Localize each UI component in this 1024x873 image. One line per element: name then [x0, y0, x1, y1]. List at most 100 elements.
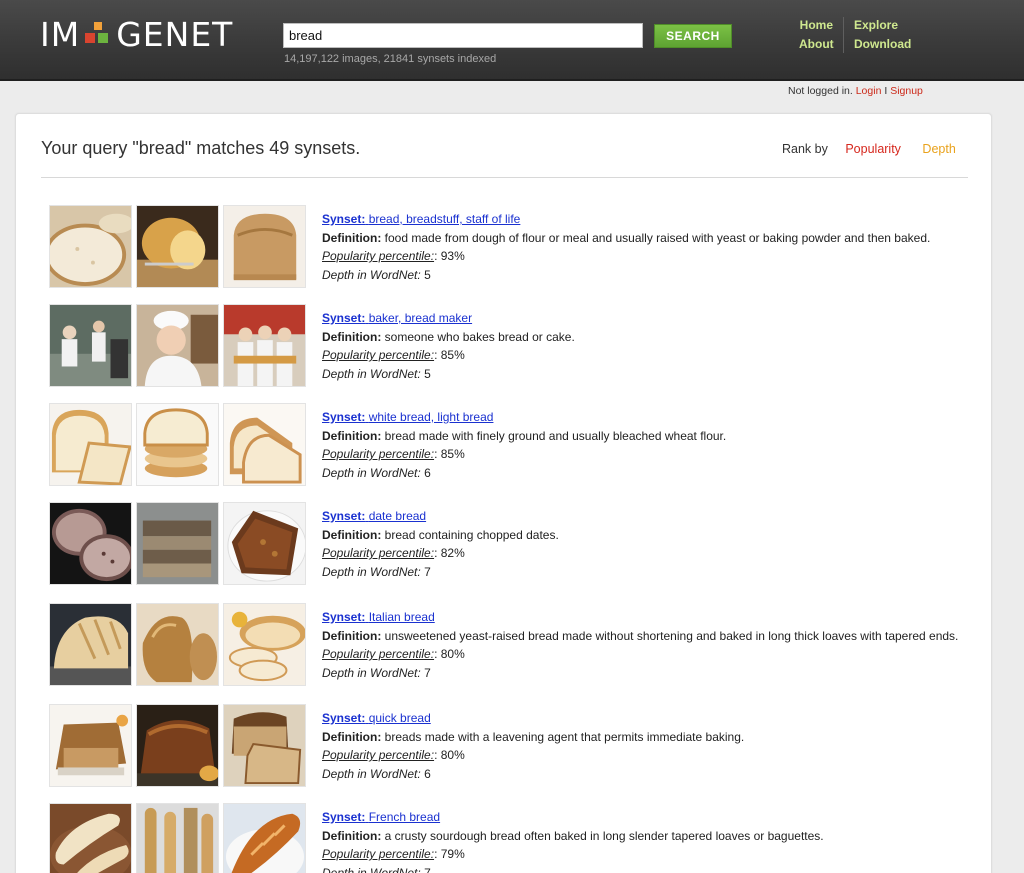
thumbnail-image[interactable]: [136, 403, 219, 486]
definition-text: bread made with finely ground and usuall…: [384, 428, 727, 443]
results-panel: Your query "bread" matches 49 synsets. R…: [15, 113, 992, 873]
popularity-value: : 80%: [434, 748, 465, 762]
logo-text-right: GENET: [116, 14, 234, 54]
definition-label: Definition:: [322, 428, 382, 443]
depth-label: Depth in WordNet:: [322, 766, 421, 781]
popularity-label[interactable]: Popularity percentile:: [322, 647, 434, 661]
synset-link[interactable]: Synset: white bread, light bread: [322, 410, 493, 424]
header-divider: [41, 177, 968, 178]
imagenet-logo[interactable]: IM GENET: [40, 14, 234, 54]
result-thumbnails: [49, 704, 309, 787]
thumbnail-image[interactable]: [136, 205, 219, 288]
result-thumbnails: [49, 502, 309, 585]
thumbnail-image[interactable]: [49, 803, 132, 873]
rank-by-label: Rank by: [782, 142, 828, 156]
result-thumbnails: [49, 603, 309, 686]
logo-text-left: IM: [40, 14, 81, 54]
thumbnail-image[interactable]: [223, 803, 306, 873]
thumbnail-image[interactable]: [136, 304, 219, 387]
result-info: Synset: quick bread Definition: breads m…: [322, 709, 962, 783]
thumbnail-image[interactable]: [136, 603, 219, 686]
definition-text: a crusty sourdough bread often baked in …: [384, 828, 824, 843]
depth-label: Depth in WordNet:: [322, 865, 421, 873]
nav-about-link[interactable]: About: [799, 35, 834, 54]
thumbnail-image[interactable]: [223, 502, 306, 585]
thumbnail-image[interactable]: [223, 603, 306, 686]
popularity-value: : 85%: [434, 447, 465, 461]
popularity-value: : 82%: [434, 546, 465, 560]
nav-download-link[interactable]: Download: [854, 35, 911, 54]
definition-text: breads made with a leavening agent that …: [384, 729, 745, 744]
thumbnail-image[interactable]: [49, 403, 132, 486]
definition-label: Definition:: [322, 729, 382, 744]
result-info: Synset: date bread Definition: bread con…: [322, 507, 962, 581]
rank-depth-link[interactable]: Depth: [922, 142, 955, 156]
definition-label: Definition:: [322, 527, 382, 542]
result-thumbnails: [49, 205, 309, 288]
definition-text: bread containing chopped dates.: [384, 527, 559, 542]
definition-label: Definition:: [322, 329, 382, 344]
depth-label: Depth in WordNet:: [322, 366, 421, 381]
depth-label: Depth in WordNet:: [322, 665, 421, 680]
popularity-value: : 79%: [434, 847, 465, 861]
result-info: Synset: white bread, light bread Definit…: [322, 408, 962, 482]
depth-value: 6: [424, 465, 431, 480]
popularity-label[interactable]: Popularity percentile:: [322, 249, 434, 263]
synset-link[interactable]: Synset: Italian bread: [322, 610, 435, 624]
query-summary: Your query "bread" matches 49 synsets.: [41, 138, 361, 158]
result-thumbnails: [49, 803, 309, 873]
nav-home-link[interactable]: Home: [799, 16, 833, 35]
search-button[interactable]: SEARCH: [654, 24, 732, 48]
top-header: IM GENET SEARCH 14,197,122 images, 21841…: [0, 0, 1024, 81]
logo-mark-icon: [83, 19, 113, 49]
index-stats: 14,197,122 images, 21841 synsets indexed: [284, 53, 497, 65]
thumbnail-image[interactable]: [49, 205, 132, 288]
thumbnail-image[interactable]: [49, 502, 132, 585]
thumbnail-image[interactable]: [49, 603, 132, 686]
thumbnail-image[interactable]: [49, 704, 132, 787]
rank-popularity-link[interactable]: Popularity: [845, 142, 901, 156]
popularity-value: : 85%: [434, 348, 465, 362]
thumbnail-image[interactable]: [136, 803, 219, 873]
nav-group-right: Explore Download: [854, 16, 911, 54]
result-thumbnails: [49, 403, 309, 486]
synset-link[interactable]: Synset: date bread: [322, 509, 426, 523]
popularity-label[interactable]: Popularity percentile:: [322, 447, 434, 461]
thumbnail-image[interactable]: [223, 403, 306, 486]
nav-divider: [843, 17, 844, 53]
auth-separator: I: [884, 85, 888, 97]
definition-text: unsweetened yeast-raised bread made with…: [384, 628, 959, 643]
popularity-label[interactable]: Popularity percentile:: [322, 847, 434, 861]
auth-status: Not logged in. Login I Signup: [788, 85, 923, 97]
synset-link[interactable]: Synset: French bread: [322, 810, 440, 824]
popularity-label[interactable]: Popularity percentile:: [322, 546, 434, 560]
definition-text: food made from dough of flour or meal an…: [384, 230, 931, 245]
thumbnail-image[interactable]: [136, 704, 219, 787]
result-info: Synset: French bread Definition: a crust…: [322, 808, 962, 873]
login-link[interactable]: Login: [856, 85, 882, 97]
thumbnail-image[interactable]: [136, 502, 219, 585]
search-input[interactable]: [283, 23, 643, 48]
thumbnail-image[interactable]: [223, 205, 306, 288]
synset-link[interactable]: Synset: quick bread: [322, 711, 431, 725]
synset-link[interactable]: Synset: baker, bread maker: [322, 311, 472, 325]
depth-value: 6: [424, 766, 431, 781]
nav-explore-link[interactable]: Explore: [854, 16, 911, 35]
depth-value: 7: [424, 865, 431, 873]
definition-label: Definition:: [322, 230, 382, 245]
result-info: Synset: Italian bread Definition: unswee…: [322, 608, 962, 682]
depth-label: Depth in WordNet:: [322, 465, 421, 480]
synset-link[interactable]: Synset: bread, breadstuff, staff of life: [322, 212, 520, 226]
thumbnail-image[interactable]: [223, 704, 306, 787]
depth-value: 5: [424, 267, 431, 282]
popularity-label[interactable]: Popularity percentile:: [322, 348, 434, 362]
depth-label: Depth in WordNet:: [322, 267, 421, 282]
thumbnail-image[interactable]: [49, 304, 132, 387]
login-status-text: Not logged in.: [788, 85, 853, 97]
rank-by-controls: Rank by Popularity Depth: [782, 142, 956, 156]
popularity-label[interactable]: Popularity percentile:: [322, 748, 434, 762]
definition-label: Definition:: [322, 628, 382, 643]
signup-link[interactable]: Signup: [890, 85, 923, 97]
thumbnail-image[interactable]: [223, 304, 306, 387]
depth-value: 7: [424, 564, 431, 579]
